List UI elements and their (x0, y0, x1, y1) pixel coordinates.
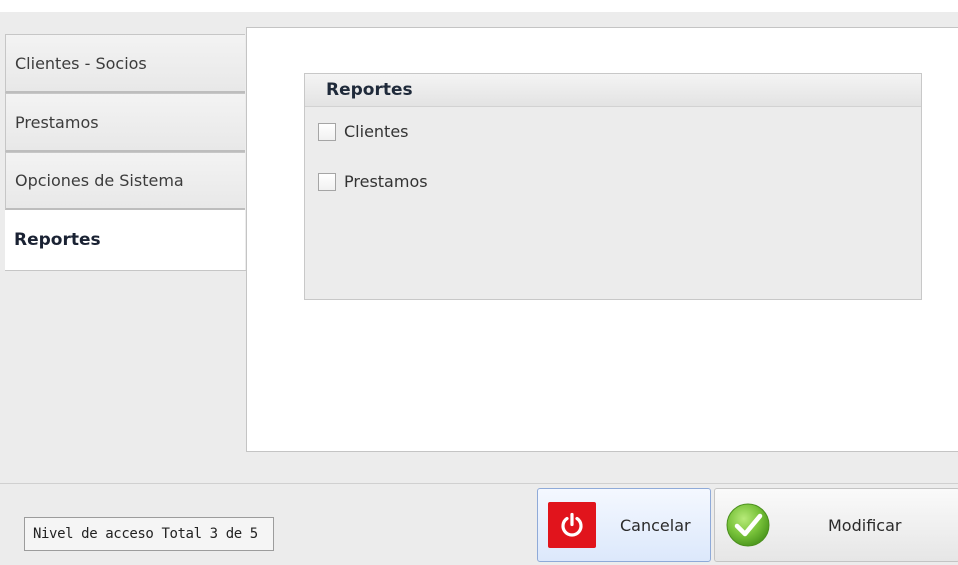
checkbox-label: Clientes (344, 122, 409, 141)
checkbox-label: Prestamos (344, 172, 428, 191)
tab-label: Opciones de Sistema (15, 171, 184, 190)
access-level-status: Nivel de acceso Total 3 de 5 (24, 517, 274, 551)
prestamos-checkbox[interactable] (318, 172, 336, 191)
checkmark-icon (725, 502, 771, 548)
tab-opciones-de-sistema[interactable]: Opciones de Sistema (5, 152, 245, 210)
top-strip (0, 0, 958, 12)
tab-label: Clientes - Socios (15, 53, 147, 73)
clientes-checkbox[interactable] (318, 122, 336, 141)
tab-reportes[interactable]: Reportes (5, 210, 245, 270)
divider (0, 483, 958, 484)
tab-prestamos[interactable]: Prestamos (5, 93, 245, 152)
checkbox-row-prestamos[interactable]: Prestamos (318, 172, 428, 191)
modify-button[interactable]: Modificar (714, 488, 958, 562)
tab-label: Reportes (14, 230, 101, 250)
checkbox-row-clientes[interactable]: Clientes (318, 122, 409, 141)
reportes-group: Reportes Clientes Prestamos (304, 73, 922, 300)
status-text: Nivel de acceso Total 3 de 5 (33, 526, 258, 542)
modify-label: Modificar (828, 516, 902, 535)
cancel-button[interactable]: Cancelar (537, 488, 711, 562)
tab-list: Clientes - Socios Prestamos Opciones de … (5, 34, 247, 453)
cancel-label: Cancelar (620, 516, 691, 535)
tab-label: Prestamos (15, 112, 99, 132)
tab-content-panel: Reportes Clientes Prestamos (246, 27, 958, 452)
group-title: Reportes (305, 74, 921, 107)
power-icon (548, 502, 596, 548)
tab-clientes-socios[interactable]: Clientes - Socios (5, 34, 245, 93)
tab-list-filler (5, 270, 247, 453)
